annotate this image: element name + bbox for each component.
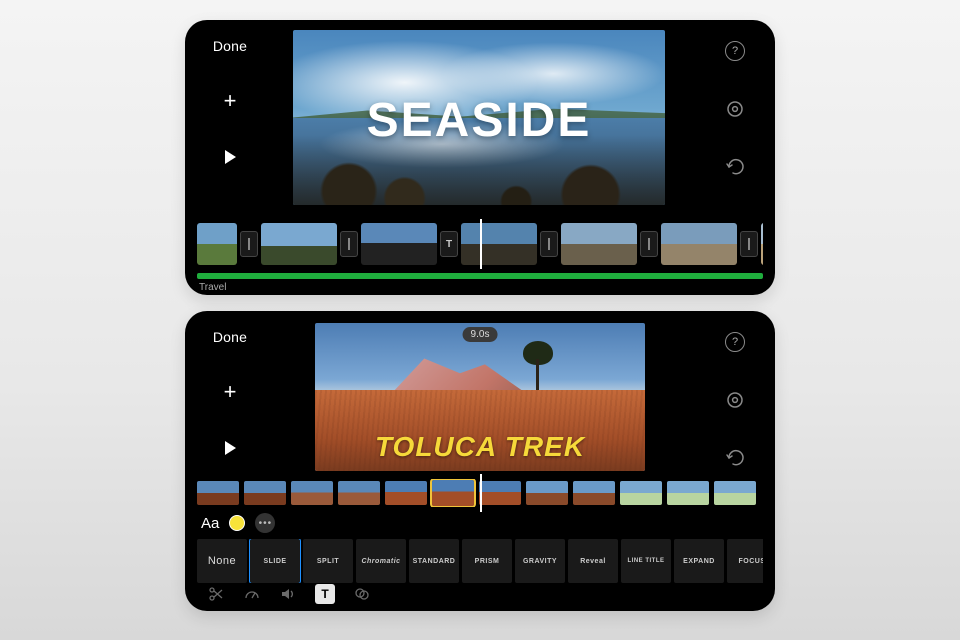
font-button[interactable]: Aa [201, 515, 219, 532]
play-icon [221, 148, 239, 166]
gear-icon [725, 99, 745, 119]
timeline-clip[interactable] [385, 481, 427, 505]
title-style-reveal[interactable]: Reveal [568, 539, 618, 583]
undo-button[interactable] [724, 447, 746, 469]
audio-track-label: Travel [199, 282, 226, 293]
play-button[interactable] [221, 148, 239, 166]
timeline-clip[interactable] [561, 223, 637, 265]
text-format-row: Aa ••• [201, 511, 275, 535]
help-icon: ? [725, 41, 745, 61]
settings-button[interactable] [724, 98, 746, 120]
play-icon [221, 439, 239, 457]
volume-button[interactable] [279, 585, 297, 603]
more-options-button[interactable]: ••• [255, 513, 275, 533]
title-style-strip[interactable]: None SLIDE SPLIT Chromatic STANDARD PRIS… [197, 539, 763, 583]
done-button[interactable]: Done [213, 329, 247, 345]
timeline-clip[interactable] [667, 481, 709, 505]
text-color-button[interactable] [229, 515, 245, 531]
title-style-none[interactable]: None [197, 539, 247, 583]
title-button[interactable]: T [315, 584, 335, 604]
title-style-focus[interactable]: FOCUS [727, 539, 763, 583]
preview-tree [523, 341, 553, 391]
filters-icon [354, 586, 370, 602]
timeline-clip[interactable] [714, 481, 756, 505]
title-style-prism[interactable]: PRISM [462, 539, 512, 583]
speedometer-icon [244, 586, 260, 602]
audio-track[interactable] [197, 273, 763, 279]
timeline-clip[interactable] [526, 481, 568, 505]
scissors-icon [208, 586, 224, 602]
timeline-clip[interactable] [338, 481, 380, 505]
playhead[interactable] [480, 474, 482, 512]
timeline-clip[interactable] [761, 223, 763, 265]
preview-title-overlay: TOLUCA TREK [315, 431, 645, 463]
add-media-button[interactable]: + [224, 379, 237, 405]
title-style-slide[interactable]: SLIDE [250, 539, 300, 583]
scissors-button[interactable] [207, 585, 225, 603]
preview-viewport: 9.0s TOLUCA TREK [315, 323, 645, 471]
timeline-clip[interactable] [573, 481, 615, 505]
timeline-clip[interactable] [361, 223, 437, 265]
timeline-clip[interactable] [244, 481, 286, 505]
title-style-chromatic[interactable]: Chromatic [356, 539, 406, 583]
right-controls: ? [695, 20, 775, 178]
title-style-line-title[interactable]: LINE TITLE [621, 539, 671, 583]
add-media-button[interactable]: + [224, 88, 237, 114]
timeline-clip[interactable] [479, 481, 521, 505]
speed-button[interactable] [243, 585, 261, 603]
help-button[interactable]: ? [724, 331, 746, 353]
timeline-clip[interactable] [197, 223, 237, 265]
timeline-clip-selected[interactable] [432, 480, 474, 506]
undo-icon [724, 158, 746, 176]
transition-button[interactable] [740, 231, 758, 257]
right-controls: ? [695, 311, 775, 469]
title-style-expand[interactable]: EXPAND [674, 539, 724, 583]
title-style-split[interactable]: SPLIT [303, 539, 353, 583]
timeline-clip[interactable] [261, 223, 337, 265]
timeline-clip[interactable] [620, 481, 662, 505]
gear-icon [725, 390, 745, 410]
transition-button[interactable] [640, 231, 658, 257]
timeline[interactable] [197, 219, 763, 269]
editor-bottom: Done + 9.0s TOLUCA TREK ? [185, 311, 775, 611]
transition-button[interactable] [540, 231, 558, 257]
undo-button[interactable] [724, 156, 746, 178]
timeline-clip[interactable] [661, 223, 737, 265]
timeline-clip[interactable] [197, 481, 239, 505]
done-button[interactable]: Done [213, 38, 247, 54]
title-style-gravity[interactable]: GRAVITY [515, 539, 565, 583]
timeline-clip[interactable] [291, 481, 333, 505]
preview-viewport: SEASIDE [293, 30, 665, 205]
filters-button[interactable] [353, 585, 371, 603]
help-button[interactable]: ? [724, 40, 746, 62]
play-button[interactable] [221, 439, 239, 457]
playhead[interactable] [480, 219, 482, 269]
bottom-toolbar: T [185, 583, 775, 605]
editor-top: Done + SEASIDE ? [185, 20, 775, 295]
volume-icon [280, 586, 296, 602]
transition-title-button[interactable] [440, 231, 458, 257]
left-controls: Done + [185, 20, 275, 166]
preview-title-overlay: SEASIDE [293, 93, 665, 148]
left-controls: Done + [185, 311, 275, 457]
title-style-standard[interactable]: STANDARD [409, 539, 459, 583]
transition-button[interactable] [240, 231, 258, 257]
clip-duration-badge: 9.0s [463, 327, 498, 342]
settings-button[interactable] [724, 389, 746, 411]
help-icon: ? [725, 332, 745, 352]
transition-button[interactable] [340, 231, 358, 257]
timeline-clip[interactable] [461, 223, 537, 265]
undo-icon [724, 449, 746, 467]
